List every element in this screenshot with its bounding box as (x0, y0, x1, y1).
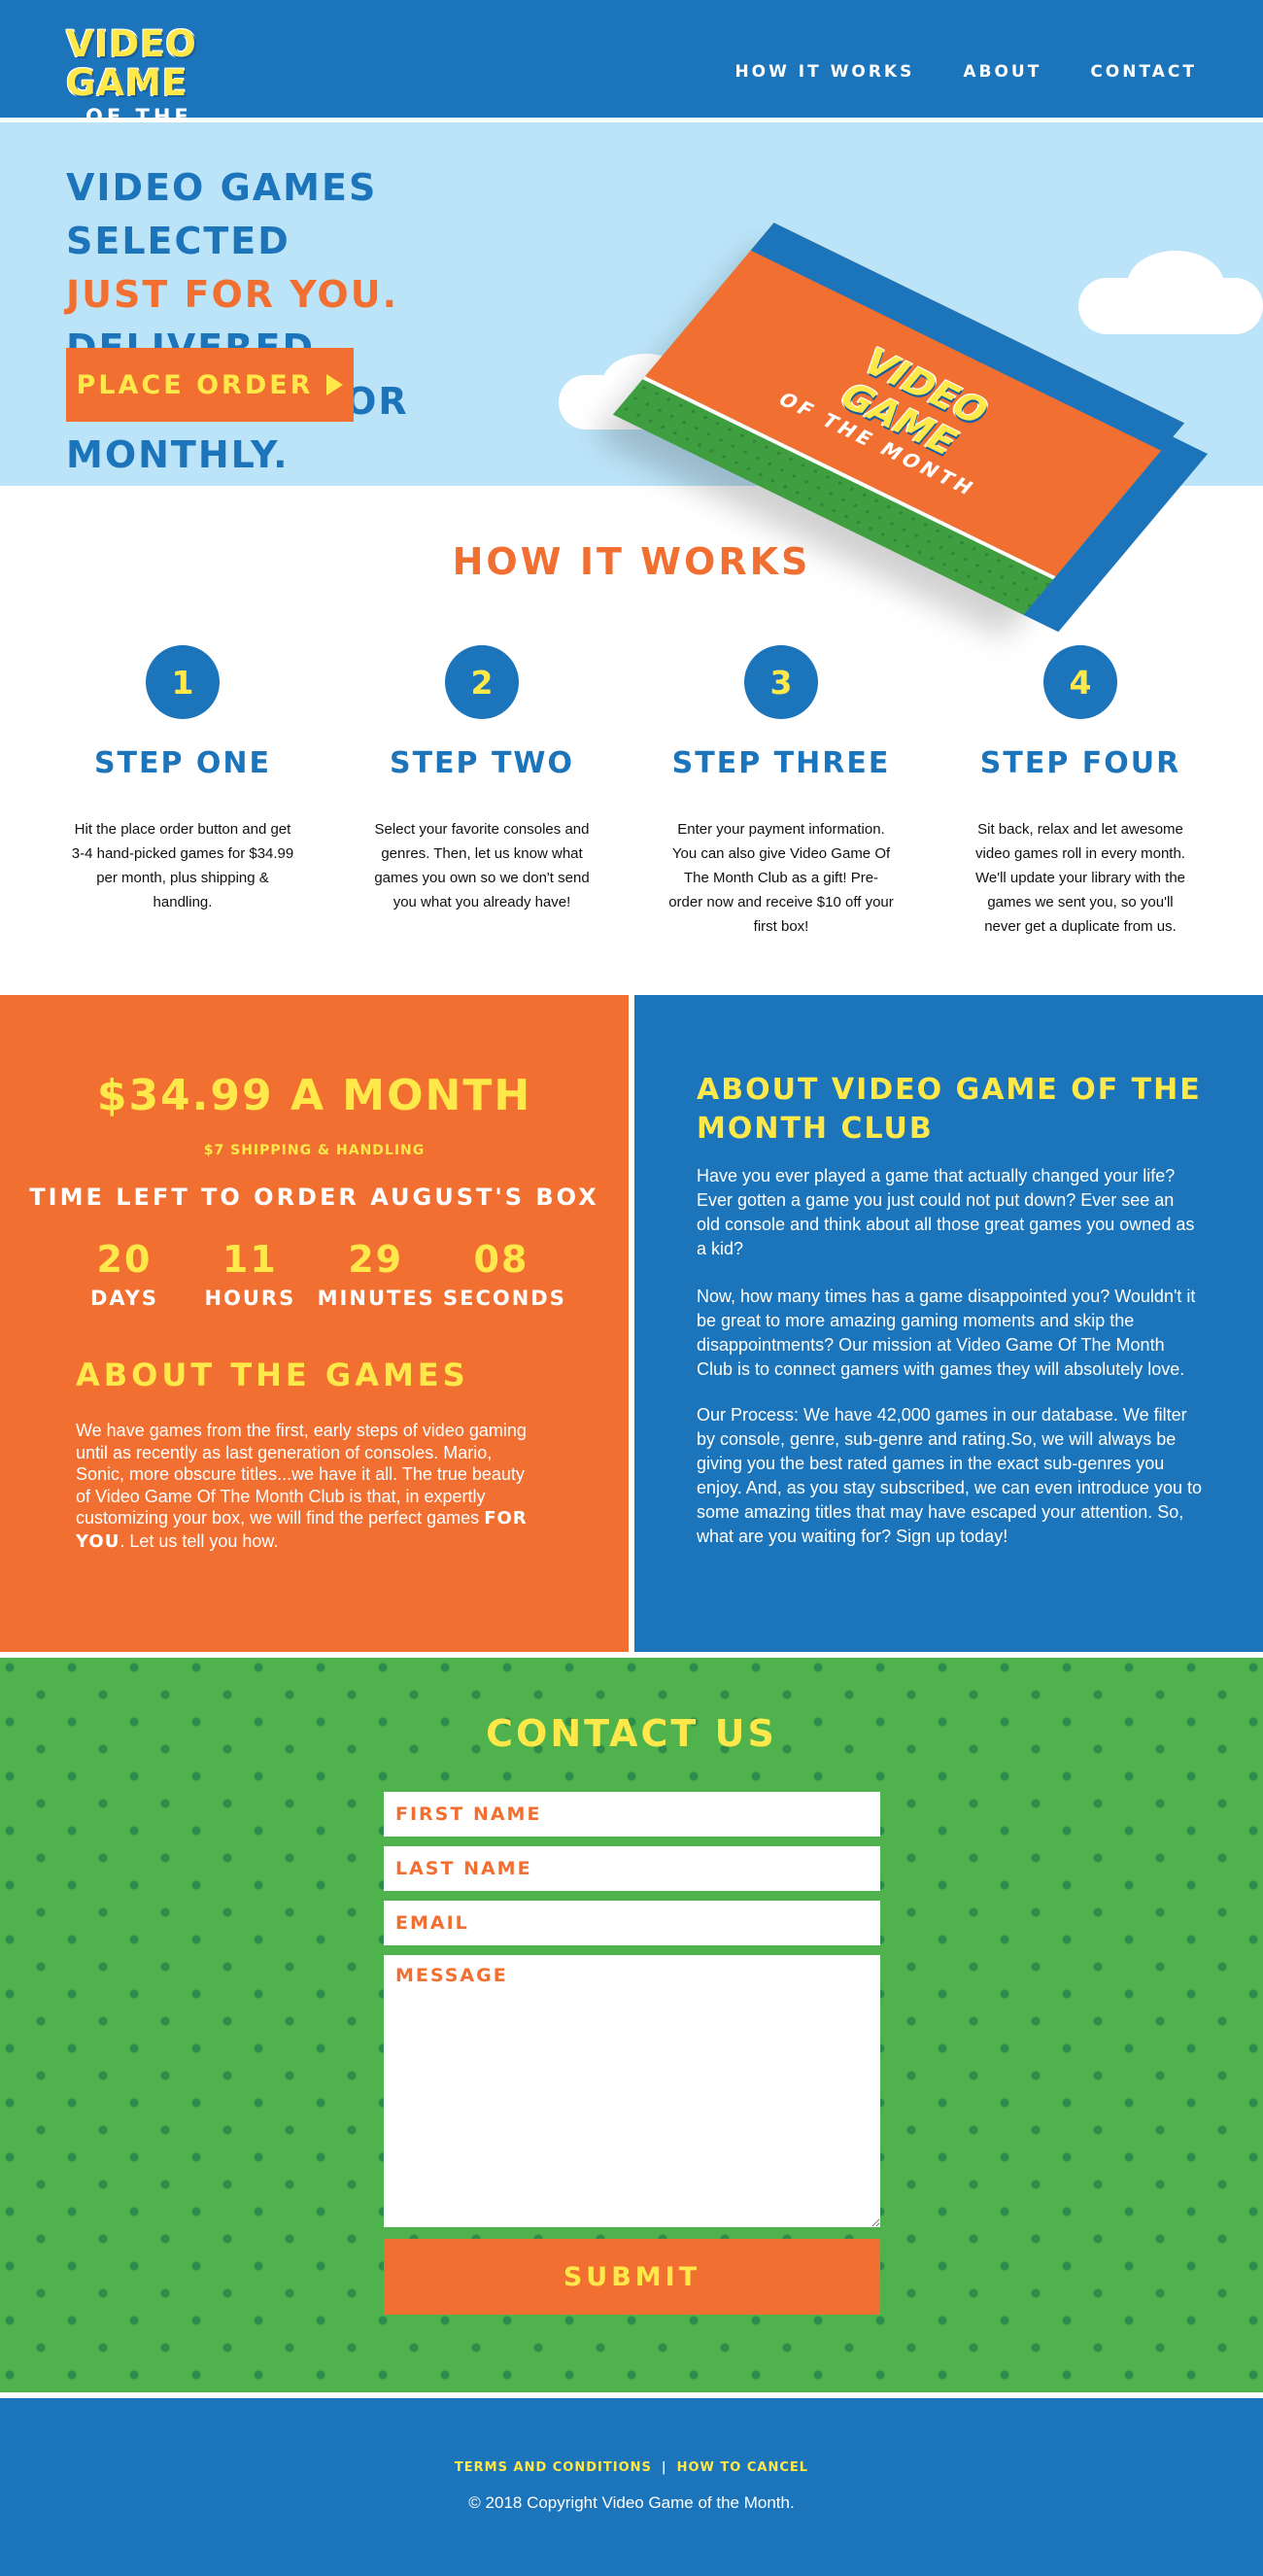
steps-list: 1 Step One Hit the place order button an… (66, 645, 1197, 939)
countdown-value: 08 (473, 1238, 529, 1281)
logo-title: Video Game (66, 23, 197, 104)
place-order-button[interactable]: Place Order (66, 348, 354, 422)
copyright-text: © 2018 Copyright Video Game of the Month… (468, 2493, 795, 2512)
step-title: Step Two (389, 746, 575, 780)
step-title: Step Four (979, 746, 1181, 780)
countdown-seconds: 08 Seconds (442, 1238, 566, 1310)
hero-line-1: Video Games Selected (66, 166, 378, 262)
countdown-heading: Time Left to Order August's Box (29, 1184, 599, 1211)
terms-link[interactable]: Terms and Conditions (455, 2460, 652, 2475)
step-title: Step Three (671, 746, 891, 780)
box-url: videogameofthemonth.com (1118, 531, 1194, 616)
site-footer: Terms and Conditions | How to Cancel © 201… (0, 2392, 1263, 2576)
cancel-link[interactable]: How to Cancel (677, 2460, 808, 2475)
step-item: 4 Step Four Sit back, relax and let awes… (964, 645, 1197, 939)
about-title: About Video Game of the Month Club (697, 1073, 1202, 1146)
hero-accent: Just for you. (66, 273, 399, 316)
countdown-value: 11 (222, 1238, 278, 1281)
about-paragraph: Now, how many times has a game disappoin… (697, 1287, 1196, 1379)
contact-section: Contact Us Submit (0, 1652, 1263, 2392)
contact-title: Contact Us (486, 1712, 777, 1755)
shipping-note: $7 Shipping & Handling (203, 1143, 426, 1158)
main-nav: How It Works About Contact (734, 62, 1197, 82)
nav-about[interactable]: About (963, 62, 1041, 82)
monthly-price: $34.99 a Month (96, 1071, 532, 1120)
hero-headline: Video Games Selected Just for you. Deliv… (66, 161, 552, 482)
last-name-field[interactable] (384, 1846, 880, 1891)
step-number-badge: 1 (146, 645, 220, 719)
countdown-hours: 11 Hours (191, 1238, 308, 1310)
countdown-label: Minutes (317, 1287, 435, 1310)
nav-contact[interactable]: Contact (1090, 62, 1197, 82)
email-field[interactable] (384, 1901, 880, 1945)
step-item: 1 Step One Hit the place order button an… (66, 645, 299, 939)
place-order-label: Place Order (76, 369, 314, 400)
submit-button[interactable]: Submit (384, 2239, 880, 2315)
step-description: Sit back, relax and let awesome video ga… (974, 821, 1186, 935)
product-box-image: videogameofthemonth.com Video Game of th… (612, 223, 1209, 676)
pricing-about-section: $34.99 a Month $7 Shipping & Handling Ti… (0, 995, 1263, 1652)
countdown-value: 29 (348, 1238, 404, 1281)
step-item: 3 Step Three Enter your payment informat… (665, 645, 898, 939)
about-panel: About Video Game of the Month Club Have … (634, 995, 1263, 1652)
countdown-minutes: 29 Minutes (318, 1238, 434, 1310)
step-number-badge: 2 (445, 645, 519, 719)
countdown-label: Days (89, 1287, 158, 1310)
countdown-label: Hours (204, 1287, 296, 1310)
game-box: videogameofthemonth.com Video Game of th… (612, 223, 1209, 633)
step-description: Enter your payment information. You can … (668, 821, 894, 935)
step-description: Hit the place order button and get 3-4 h… (71, 821, 294, 910)
first-name-field[interactable] (384, 1792, 880, 1837)
nav-how-it-works[interactable]: How It Works (734, 62, 914, 82)
site-header: Video Game of the Month How It Works Abo… (0, 0, 1263, 152)
hero-section: Video Games Selected Just for you. Deliv… (0, 122, 1263, 633)
about-paragraph: Have you ever played a game that actuall… (697, 1166, 1195, 1258)
step-title: Step One (93, 746, 272, 780)
step-description: Select your favorite consoles and genres… (374, 821, 590, 910)
footer-separator: | (661, 2460, 667, 2475)
about-games-text: We have games from the first, early step… (76, 1420, 532, 1553)
countdown-value: 20 (96, 1238, 153, 1281)
play-arrow-icon (326, 374, 344, 395)
pricing-panel: $34.99 a Month $7 Shipping & Handling Ti… (0, 995, 629, 1652)
footer-links: Terms and Conditions | How to Cancel (0, 2460, 1263, 2475)
about-paragraph: Our Process: We have 42,000 games in our… (697, 1405, 1202, 1546)
countdown-timer: 20 Days 11 Hours 29 Minutes 08 Seconds (66, 1238, 566, 1310)
step-item: 2 Step Two Select your favorite consoles… (365, 645, 598, 939)
about-games-text-end: . Let us tell you how. (119, 1530, 279, 1551)
about-games-text-start: We have games from the first, early step… (76, 1421, 527, 1528)
countdown-label: Seconds (442, 1287, 566, 1310)
about-games-title: About the Games (76, 1357, 469, 1393)
countdown-days: 20 Days (66, 1238, 183, 1310)
message-field[interactable] (384, 1955, 880, 2227)
